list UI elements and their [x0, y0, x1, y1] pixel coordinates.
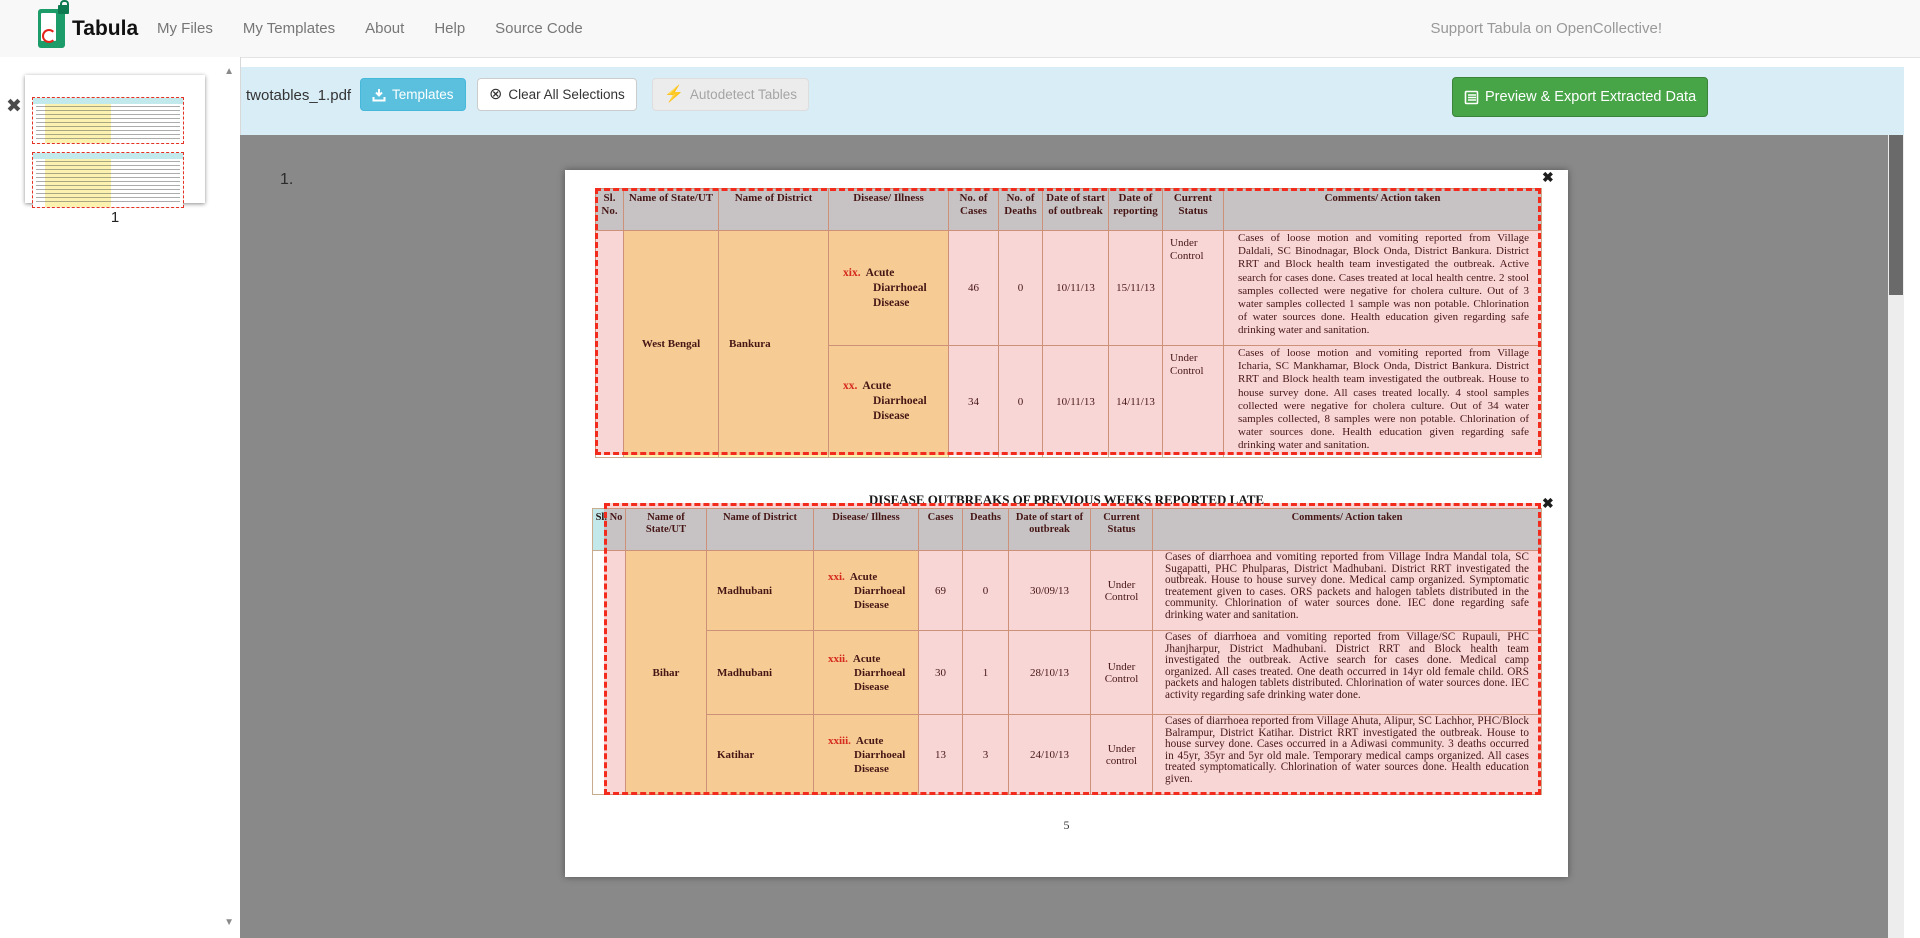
- autodetect-tables-button[interactable]: ⚡ Autodetect Tables: [652, 78, 809, 111]
- navbar: Tabula My Files My Templates About Help …: [0, 0, 1920, 58]
- nav-help[interactable]: Help: [434, 20, 465, 37]
- tabula-app: Tabula My Files My Templates About Help …: [0, 0, 1920, 938]
- templates-button[interactable]: Templates: [360, 78, 466, 111]
- pdf-page-number: 5: [565, 818, 1568, 833]
- selection-box-2[interactable]: [604, 503, 1541, 795]
- preview-export-button[interactable]: Preview & Export Extracted Data: [1452, 77, 1708, 117]
- page-thumbnail[interactable]: [25, 75, 205, 203]
- scroll-up-icon[interactable]: ▲: [224, 66, 234, 77]
- save-template-icon: [372, 88, 386, 102]
- main-scrollbar[interactable]: [1888, 135, 1904, 938]
- selection-1-close-icon[interactable]: ✖: [1542, 170, 1554, 184]
- page-thumbnail-sidebar: ✖ 1 ▲ ▼: [0, 57, 241, 938]
- nav-my-files[interactable]: My Files: [157, 20, 213, 37]
- nav-links: My Files My Templates About Help Source …: [157, 0, 583, 57]
- scroll-down-icon[interactable]: ▼: [224, 917, 234, 928]
- table-list-icon: [1464, 90, 1479, 105]
- page-index-label: 1.: [280, 171, 293, 189]
- thumbnail-selection-1: [32, 97, 184, 144]
- nav-about[interactable]: About: [365, 20, 404, 37]
- thumbnail-page-number: 1: [25, 209, 205, 226]
- thumbnail-selection-2: [32, 152, 184, 208]
- delete-page-button[interactable]: ✖: [6, 97, 22, 116]
- export-label: Preview & Export Extracted Data: [1485, 89, 1696, 105]
- templates-label: Templates: [392, 87, 454, 102]
- support-link[interactable]: Support Tabula on OpenCollective!: [1430, 0, 1662, 57]
- selection-2-close-icon[interactable]: ✖: [1542, 496, 1554, 510]
- circle-x-icon: ⊗: [489, 87, 502, 103]
- lightning-icon: ⚡: [664, 87, 684, 103]
- scrollbar-thumb[interactable]: [1889, 135, 1903, 295]
- nav-my-templates[interactable]: My Templates: [243, 20, 335, 37]
- document-view-area: 1. Sl. No. Name of State/UT Name of Dist…: [240, 135, 1904, 938]
- lock-icon: [58, 5, 69, 14]
- brand-title[interactable]: Tabula: [72, 0, 138, 57]
- clear-all-selections-button[interactable]: ⊗ Clear All Selections: [477, 78, 637, 111]
- nav-source-code[interactable]: Source Code: [495, 20, 583, 37]
- filename-label: twotables_1.pdf: [246, 87, 351, 104]
- tabula-logo-icon: [38, 9, 65, 48]
- clear-label: Clear All Selections: [508, 87, 624, 102]
- selection-box-1[interactable]: [595, 188, 1541, 455]
- autodetect-label: Autodetect Tables: [690, 87, 797, 102]
- toolbar: twotables_1.pdf Templates ⊗ Clear All Se…: [240, 67, 1904, 135]
- pdf-page[interactable]: Sl. No. Name of State/UT Name of Distric…: [565, 170, 1568, 877]
